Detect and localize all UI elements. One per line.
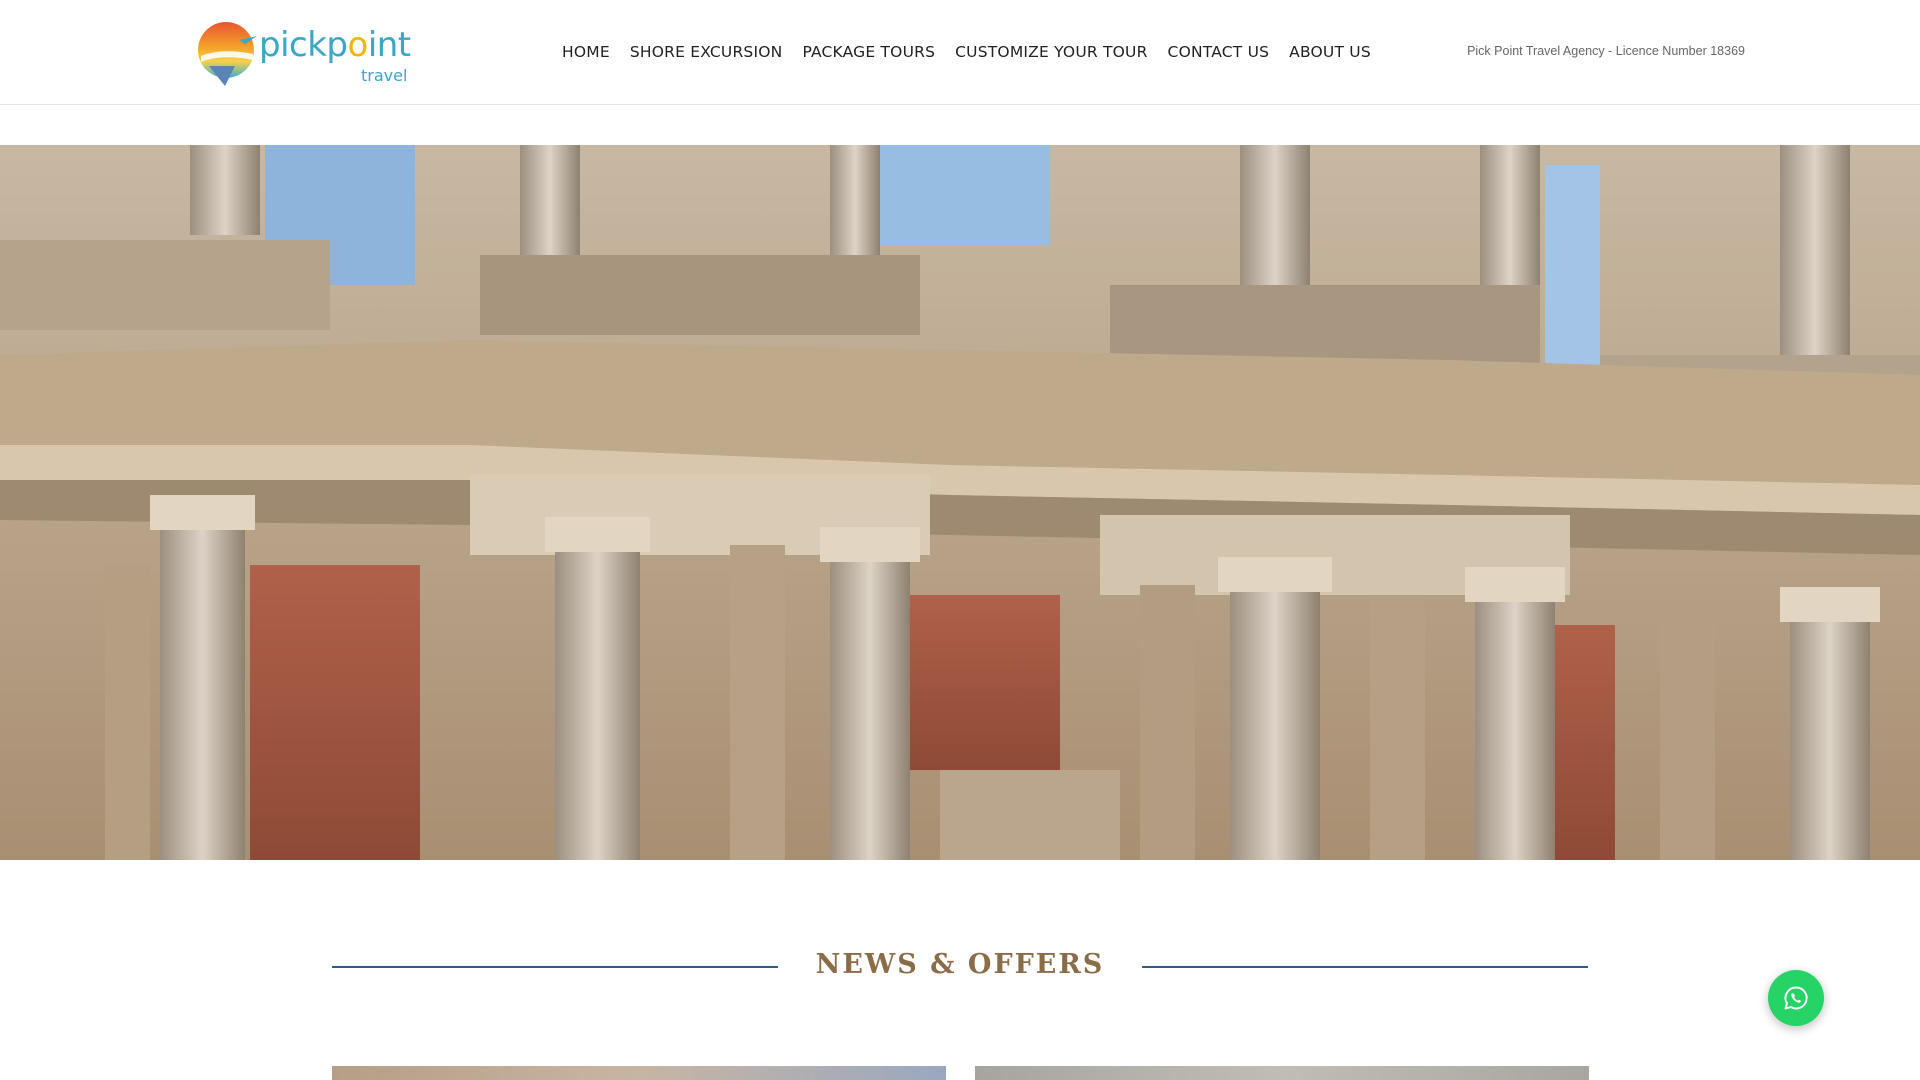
title-divider-right bbox=[1142, 966, 1588, 968]
whatsapp-icon bbox=[1784, 986, 1808, 1010]
news-card-1-image[interactable] bbox=[332, 1066, 946, 1080]
nav-home[interactable]: HOME bbox=[552, 40, 620, 64]
main-nav: HOME SHORE EXCURSION PACKAGE TOURS CUSTO… bbox=[552, 40, 1381, 64]
hero-image bbox=[0, 145, 1920, 860]
news-offers-title: NEWS & OFFERS bbox=[815, 949, 1105, 980]
nav-customize-your-tour[interactable]: CUSTOMIZE YOUR TOUR bbox=[945, 40, 1157, 64]
news-card-2-image[interactable] bbox=[975, 1066, 1589, 1080]
nav-shore-excursion[interactable]: SHORE EXCURSION bbox=[620, 40, 793, 64]
logo-wordmark: pickpoint bbox=[259, 25, 411, 65]
whatsapp-button[interactable] bbox=[1768, 970, 1824, 1026]
section-title-row: NEWS & OFFERS bbox=[332, 945, 1588, 989]
logo-subtitle: travel bbox=[361, 66, 408, 85]
logo-mark-icon bbox=[198, 22, 257, 86]
pickpoint-logo[interactable]: pickpoint travel bbox=[195, 20, 415, 88]
nav-about-us[interactable]: ABOUT US bbox=[1279, 40, 1381, 64]
licence-text: Pick Point Travel Agency - Licence Numbe… bbox=[1467, 44, 1745, 58]
hero-ruins-illustration bbox=[0, 145, 1920, 860]
site-header: pickpoint travel HOME SHORE EXCURSION PA… bbox=[0, 0, 1920, 105]
nav-package-tours[interactable]: PACKAGE TOURS bbox=[792, 40, 945, 64]
nav-contact-us[interactable]: CONTACT US bbox=[1158, 40, 1280, 64]
